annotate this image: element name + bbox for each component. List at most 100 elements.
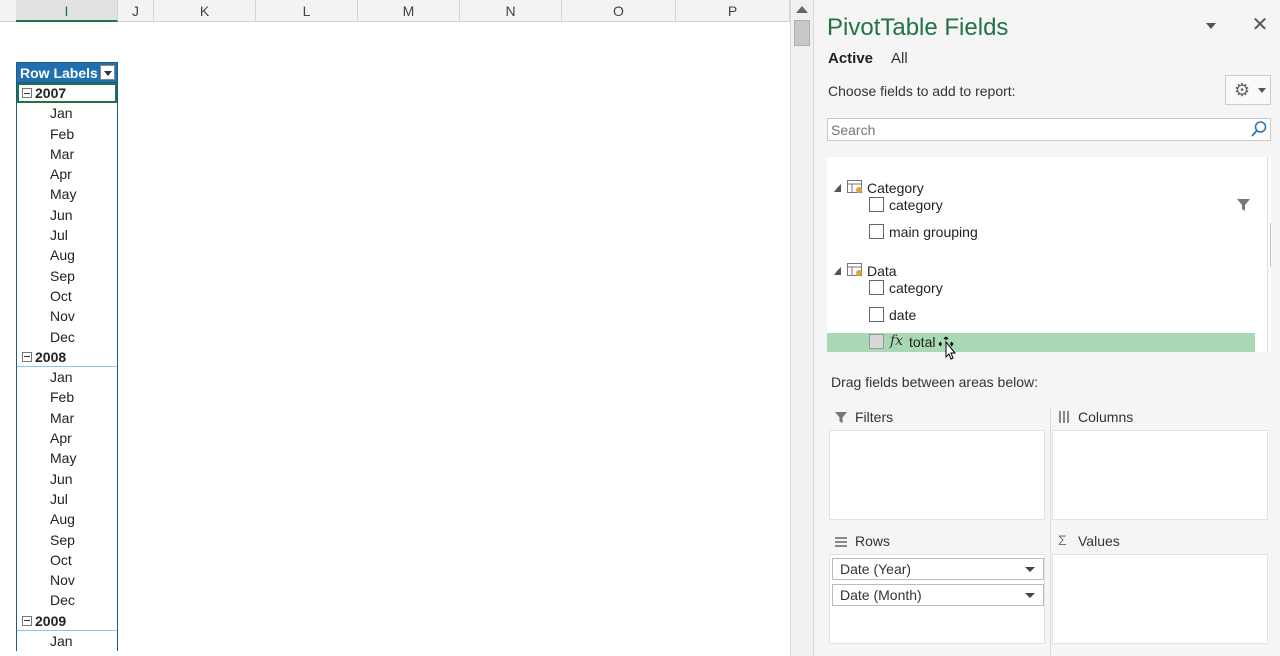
column-header-p[interactable]: P xyxy=(676,0,790,22)
pivot-month-row[interactable]: Feb xyxy=(17,124,117,144)
pivot-month-row[interactable]: Sep xyxy=(17,266,117,286)
calculated-field-icon: fx xyxy=(890,333,904,349)
pivot-month-row[interactable]: Jan xyxy=(17,367,117,387)
pivot-row-label: 2007 xyxy=(35,85,67,101)
pivot-month-row[interactable]: Aug xyxy=(17,245,117,265)
areas-divider xyxy=(1050,408,1051,656)
pivot-month-row[interactable]: Apr xyxy=(17,164,117,184)
pivot-year-row[interactable]: 2007 xyxy=(17,83,117,104)
pivot-month-row[interactable]: Mar xyxy=(17,144,117,164)
values-drop-zone[interactable] xyxy=(1052,554,1268,644)
collapse-triangle-icon[interactable] xyxy=(834,184,841,192)
pivot-month-row[interactable]: Jan xyxy=(17,631,117,651)
field-item-total[interactable]: fx total xyxy=(827,333,1255,352)
spreadsheet-grid[interactable]: I J K L M N O P Row Labels 2007 Jan Feb Mar… xyxy=(0,0,790,656)
tools-button[interactable]: ⚙ xyxy=(1225,75,1271,105)
rows-drop-zone[interactable]: Date (Year) Date (Month) xyxy=(829,554,1045,644)
search-icon[interactable] xyxy=(1250,120,1268,141)
field-list-scrollbar[interactable] xyxy=(1267,157,1271,352)
pivot-month-row[interactable]: Feb xyxy=(17,387,117,407)
collapse-minus-icon[interactable] xyxy=(22,615,32,626)
field-checkbox[interactable] xyxy=(869,334,884,349)
pivot-month-row[interactable]: Nov xyxy=(17,306,117,326)
pivot-month-row[interactable]: May xyxy=(17,184,117,204)
sigma-icon: Σ xyxy=(1058,532,1067,548)
pivot-month-row[interactable]: Mar xyxy=(17,408,117,428)
columns-drop-zone[interactable] xyxy=(1052,430,1268,520)
close-icon[interactable]: ✕ xyxy=(1251,14,1269,36)
pivot-body: 2007 Jan Feb Mar Apr May Jun Jul Aug Sep Oct Nov Dec… xyxy=(16,83,118,652)
column-header-n[interactable]: N xyxy=(460,0,562,22)
column-headers: I J K L M N O P xyxy=(0,0,790,22)
row-field-date-month[interactable]: Date (Month) xyxy=(832,584,1044,606)
scroll-thumb[interactable] xyxy=(794,20,810,46)
row-labels-header[interactable]: Row Labels xyxy=(16,62,118,83)
scroll-thumb[interactable] xyxy=(1270,223,1271,267)
pivot-month-row[interactable]: Jun xyxy=(17,205,117,225)
field-label: main grouping xyxy=(889,224,978,240)
pivot-month-row[interactable]: Dec xyxy=(17,327,117,347)
chevron-down-icon[interactable] xyxy=(1025,567,1035,572)
field-list[interactable]: Category category main grouping Data cat… xyxy=(827,157,1271,352)
pivot-month-row[interactable]: Sep xyxy=(17,530,117,550)
column-header-m[interactable]: M xyxy=(358,0,460,22)
pivot-year-row[interactable]: 2009 xyxy=(17,611,117,632)
pivot-row-label: Feb xyxy=(50,125,75,142)
chevron-down-icon xyxy=(1258,88,1266,93)
filter-icon xyxy=(835,411,848,427)
scroll-up-arrow[interactable] xyxy=(796,6,808,13)
pivot-month-row[interactable]: Jul xyxy=(17,225,117,245)
tab-all[interactable]: All xyxy=(891,50,908,67)
pivot-month-row[interactable]: Nov xyxy=(17,570,117,590)
table-icon xyxy=(847,180,863,197)
field-checkbox[interactable] xyxy=(869,280,884,295)
pivottable-fields-pane: PivotTable Fields ✕ Active All Choose fi… xyxy=(814,0,1280,656)
pivot-month-row[interactable]: Apr xyxy=(17,428,117,448)
table-name: Category xyxy=(867,180,924,196)
field-checkbox[interactable] xyxy=(869,224,884,239)
pivot-row-label: Jan xyxy=(50,633,73,650)
collapse-minus-icon[interactable] xyxy=(22,88,32,98)
field-item-date[interactable]: date xyxy=(827,306,1255,326)
pivot-month-row[interactable]: Jan xyxy=(17,103,117,123)
pivot-month-row[interactable]: Oct xyxy=(17,286,117,306)
pivot-month-row[interactable]: Jun xyxy=(17,469,117,489)
row-labels-filter-dropdown[interactable] xyxy=(100,65,115,80)
field-label: total xyxy=(909,334,936,350)
search-input[interactable] xyxy=(828,119,1228,140)
search-field[interactable] xyxy=(827,118,1271,141)
column-header-i[interactable]: I xyxy=(16,0,118,22)
column-header-o[interactable]: O xyxy=(562,0,676,22)
pivot-month-row[interactable]: Dec xyxy=(17,590,117,610)
columns-label: Columns xyxy=(1078,409,1134,425)
pivot-row-label: Sep xyxy=(50,267,75,284)
collapse-minus-icon[interactable] xyxy=(22,351,32,362)
tab-active[interactable]: Active xyxy=(828,50,873,67)
pivot-month-row[interactable]: May xyxy=(17,448,117,468)
pivot-year-row[interactable]: 2008 xyxy=(17,347,117,368)
column-header-l[interactable]: L xyxy=(256,0,358,22)
row-field-date-year[interactable]: Date (Year) xyxy=(832,558,1044,580)
sheet-vertical-scrollbar[interactable] xyxy=(790,0,814,656)
pivot-row-label: 2009 xyxy=(35,612,67,629)
filters-drop-zone[interactable] xyxy=(829,430,1045,520)
column-header-j[interactable]: J xyxy=(118,0,154,22)
pivot-row-label: 2008 xyxy=(35,348,67,365)
filter-icon xyxy=(1237,198,1251,215)
pivot-row-label: Dec xyxy=(50,328,75,345)
field-checkbox[interactable] xyxy=(869,197,884,212)
pivot-month-row[interactable]: Jul xyxy=(17,489,117,509)
field-checkbox[interactable] xyxy=(869,307,884,322)
field-item-category[interactable]: category xyxy=(827,196,1255,216)
pane-options-chevron-icon[interactable] xyxy=(1205,22,1219,32)
pivot-row-label: Jul xyxy=(50,490,68,507)
pivot-month-row[interactable]: Aug xyxy=(17,509,117,529)
column-header-k[interactable]: K xyxy=(154,0,256,22)
pivot-row-label: Feb xyxy=(50,389,75,406)
chevron-down-icon[interactable] xyxy=(1025,593,1035,598)
field-item-main-grouping[interactable]: main grouping xyxy=(827,223,1255,243)
pivot-month-row[interactable]: Oct xyxy=(17,550,117,570)
field-item-category[interactable]: category xyxy=(827,279,1255,299)
pivot-row-label: Aug xyxy=(50,511,75,528)
collapse-triangle-icon[interactable] xyxy=(834,267,841,275)
